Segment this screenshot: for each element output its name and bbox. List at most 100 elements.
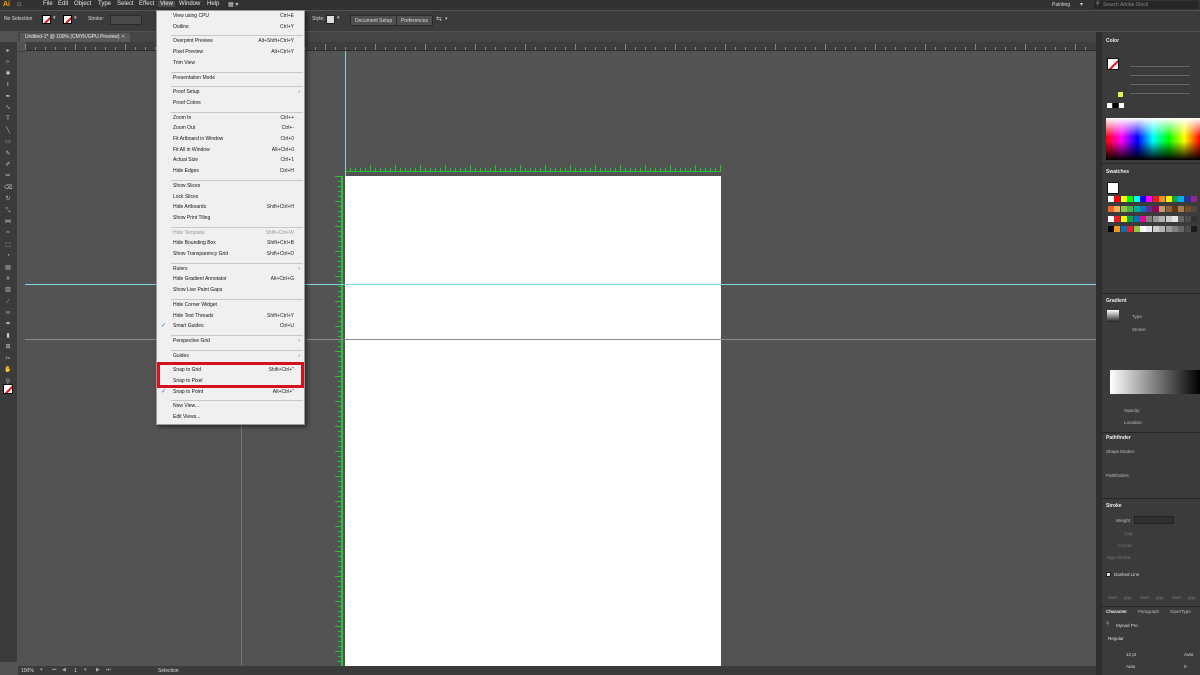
color-slider-track[interactable]: [1130, 66, 1190, 67]
style-swatch[interactable]: [326, 15, 335, 24]
swatches-panel-title[interactable]: Swatches: [1106, 169, 1129, 175]
color-swatch[interactable]: [1159, 206, 1166, 212]
blend-tool-icon[interactable]: ∞: [4, 310, 12, 316]
color-swatch[interactable]: [1140, 206, 1146, 212]
document-setup-button[interactable]: Document Setup: [350, 15, 398, 26]
artboard-number-field[interactable]: 1: [74, 668, 77, 674]
pathfinder-panel-title[interactable]: Pathfinder: [1106, 435, 1131, 441]
color-slider-track[interactable]: [1130, 84, 1190, 85]
menu-item-show-slices[interactable]: Show Slices: [157, 182, 304, 191]
color-swatch[interactable]: [1165, 216, 1172, 222]
rectangle-tool-icon[interactable]: ▭: [4, 139, 12, 145]
menu-item-perspective-grid[interactable]: Perspective Grid ›: [157, 337, 304, 346]
color-swatch[interactable]: [1184, 206, 1191, 212]
menu-item-zoom-in[interactable]: Zoom In Ctrl++: [157, 114, 304, 123]
fill-chevron-icon[interactable]: ▾: [53, 15, 56, 21]
eyedropper-icon[interactable]: ⟋: [4, 299, 12, 305]
color-swatch[interactable]: [1152, 196, 1159, 202]
color-swatch[interactable]: [1140, 216, 1146, 222]
artboard-chevron-icon[interactable]: ▾: [84, 667, 87, 673]
menu-item-hide-gradient-annotator[interactable]: Hide Gradient Annotator Alt+Ctrl+G: [157, 275, 304, 284]
color-swatch[interactable]: [1114, 226, 1121, 232]
menu-item-fit-artboard-in-window[interactable]: Fit Artboard in Window Ctrl+0: [157, 135, 304, 144]
stroke-panel-title[interactable]: Stroke: [1106, 503, 1122, 509]
color-swatch[interactable]: [1178, 196, 1185, 202]
menu-item-new-view[interactable]: New View...: [157, 402, 304, 411]
color-swatch[interactable]: [1178, 206, 1185, 212]
mesh-tool-icon[interactable]: #: [4, 276, 12, 282]
color-slider-track[interactable]: [1130, 75, 1190, 76]
menu-item-guides[interactable]: Guides ›: [157, 352, 304, 361]
color-swatch[interactable]: [1178, 216, 1185, 222]
color-swatch[interactable]: [1152, 226, 1159, 232]
menu-item-overprint-preview[interactable]: Overprint Preview Alt+Shift+Ctrl+Y: [157, 37, 304, 46]
color-swatch[interactable]: [1165, 196, 1172, 202]
color-swatch[interactable]: [1108, 206, 1114, 212]
color-swatch[interactable]: [1146, 196, 1153, 202]
fill-swatch[interactable]: [42, 15, 51, 24]
menu-item-proof-setup[interactable]: Proof Setup ›: [157, 88, 304, 97]
symbol-sprayer-icon[interactable]: ☂: [4, 322, 12, 328]
free-transform-icon[interactable]: ⬚: [4, 242, 12, 248]
search-stock-input[interactable]: ⚲ Search Adobe Stock: [1094, 1, 1198, 9]
kerning-field[interactable]: Auto: [1126, 664, 1135, 669]
color-swatch[interactable]: [1146, 226, 1153, 232]
direct-selection-tool-icon[interactable]: ▹: [4, 59, 12, 65]
menu-item-outline[interactable]: Outline Ctrl+Y: [157, 23, 304, 32]
gradient-tool-icon[interactable]: ▥: [4, 287, 12, 293]
menu-item-edit-views[interactable]: Edit Views...: [157, 413, 304, 422]
color-swatch[interactable]: [1191, 206, 1198, 212]
color-swatch[interactable]: [1152, 206, 1159, 212]
width-tool-icon[interactable]: ⋈: [4, 219, 12, 225]
color-slider-track[interactable]: [1130, 93, 1190, 94]
color-swatch[interactable]: [1152, 216, 1159, 222]
next-artboard-icon[interactable]: ▶: [96, 667, 100, 673]
eraser-tool-icon[interactable]: ⌫: [4, 185, 12, 191]
color-panel-title[interactable]: Color: [1106, 38, 1119, 44]
curvature-tool-icon[interactable]: ∿: [4, 105, 12, 111]
menu-item-show-live-paint-gaps[interactable]: Show Live Paint Gaps: [157, 286, 304, 295]
leading-field[interactable]: Auto: [1184, 652, 1193, 657]
menu-view[interactable]: View: [158, 1, 175, 7]
arrange-icon[interactable]: ⇆: [436, 15, 442, 23]
menu-item-lock-slices[interactable]: Lock Slices: [157, 193, 304, 202]
lasso-icon[interactable]: ℓ: [4, 82, 12, 88]
font-style-field[interactable]: Regular: [1108, 636, 1124, 641]
color-swatch[interactable]: [1184, 216, 1191, 222]
dashed-line-checkbox[interactable]: [1106, 572, 1111, 577]
shape-builder-icon[interactable]: ◔: [4, 253, 12, 259]
color-swatch[interactable]: [1133, 206, 1140, 212]
shaper-tool-icon[interactable]: ✐: [4, 162, 12, 168]
preferences-button[interactable]: Preferences: [396, 15, 433, 26]
magic-wand-icon[interactable]: ✱: [4, 71, 12, 77]
prev-artboard-icon[interactable]: ◀: [62, 667, 66, 673]
style-chevron-icon[interactable]: ▾: [337, 15, 340, 21]
stroke-weight-field[interactable]: [110, 15, 142, 25]
menu-item-actual-size[interactable]: Actual Size Ctrl+1: [157, 156, 304, 165]
gradient-slider-bar[interactable]: [1110, 370, 1200, 394]
scale-tool-icon[interactable]: ⤡: [4, 208, 12, 214]
color-swatch[interactable]: [1140, 226, 1146, 232]
last-artboard-icon[interactable]: ⏭: [106, 667, 111, 673]
none-swatch[interactable]: [1107, 103, 1112, 108]
color-swatch[interactable]: [1172, 196, 1178, 202]
color-swatch[interactable]: [1120, 206, 1127, 212]
menu-item-pixel-preview[interactable]: Pixel Preview Alt+Ctrl+Y: [157, 48, 304, 57]
menu-item-smart-guides[interactable]: ✓ Smart Guides Ctrl+U: [157, 322, 304, 331]
color-swatch[interactable]: [1108, 226, 1114, 232]
color-swatch[interactable]: [1108, 216, 1114, 222]
artboard[interactable]: [345, 176, 721, 666]
slice-tool-icon[interactable]: ✂: [4, 356, 12, 362]
stroke-swatch[interactable]: [63, 15, 72, 24]
menu-item-show-print-tiling[interactable]: Show Print Tiling: [157, 214, 304, 223]
menu-item-hide-text-threads[interactable]: Hide Text Threads Shift+Ctrl+Y: [157, 312, 304, 321]
color-swatch[interactable]: [1127, 216, 1134, 222]
color-swatch[interactable]: [1133, 226, 1140, 232]
color-swatch[interactable]: [1172, 206, 1178, 212]
pencil-tool-icon[interactable]: ✏: [4, 173, 12, 179]
pen-tool-icon[interactable]: ✒: [4, 94, 12, 100]
color-swatch[interactable]: [1127, 206, 1134, 212]
guide-vertical-cyan[interactable]: [345, 51, 346, 176]
warp-tool-icon[interactable]: ≈: [4, 230, 12, 236]
menu-type[interactable]: Type: [96, 1, 113, 7]
